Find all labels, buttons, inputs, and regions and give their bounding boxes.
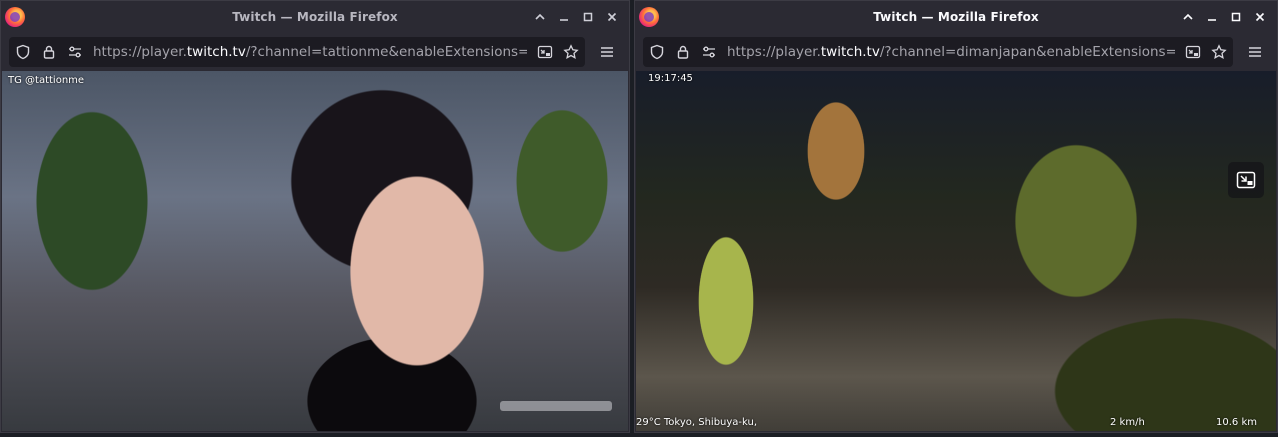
window-controls (531, 8, 621, 26)
shield-icon[interactable] (649, 44, 665, 60)
firefox-window-dimanjapan: Twitch — Mozilla Firefox https://player.… (634, 0, 1278, 433)
minimize-button[interactable] (555, 8, 573, 26)
hamburger-menu-icon (1249, 47, 1261, 57)
app-menu-button[interactable] (593, 38, 621, 66)
close-button[interactable] (1251, 8, 1269, 26)
minimize-button[interactable] (1203, 8, 1221, 26)
navigation-bar: https://player.twitch.tv/?channel=tattio… (1, 33, 629, 71)
chevron-up-icon (535, 13, 545, 20)
permissions-icon[interactable] (701, 44, 717, 60)
close-icon (1255, 12, 1265, 22)
reader-view-icon[interactable] (1185, 44, 1201, 60)
maximize-button[interactable] (579, 8, 597, 26)
minimize-icon (560, 19, 568, 21)
maximize-icon (583, 12, 593, 22)
title-bar[interactable]: Twitch — Mozilla Firefox (635, 1, 1277, 33)
picture-in-picture-button[interactable] (1228, 162, 1264, 198)
firefox-window-tattionme: Twitch — Mozilla Firefox https://player.… (0, 0, 630, 433)
url-bar[interactable]: https://player.twitch.tv/?channel=dimanj… (643, 37, 1233, 67)
streamer-handle-overlay: TG @tattionme (8, 75, 85, 86)
window-controls (1179, 8, 1269, 26)
maximize-icon (1231, 12, 1241, 22)
minimize-icon (1208, 19, 1216, 21)
app-menu-button[interactable] (1241, 38, 1269, 66)
weather-location-overlay: 29°C Tokyo, Shibuya-ku, (636, 417, 758, 428)
bookmark-star-icon[interactable] (1211, 44, 1227, 60)
permissions-icon[interactable] (67, 44, 83, 60)
stream-clock-overlay: 19:17:45 (648, 73, 693, 84)
reader-view-icon[interactable] (537, 44, 553, 60)
firefox-logo-icon (5, 7, 25, 27)
speed-overlay: 2 km/h (1110, 417, 1145, 428)
close-button[interactable] (603, 8, 621, 26)
twitch-video-player[interactable]: 19:17:45 29°C Tokyo, Shibuya-ku, 2 km/h … (636, 71, 1276, 431)
window-shade-button[interactable] (1179, 8, 1197, 26)
hamburger-menu-icon (601, 47, 613, 57)
maximize-button[interactable] (1227, 8, 1245, 26)
window-shade-button[interactable] (531, 8, 549, 26)
desktop: Twitch — Mozilla Firefox https://player.… (0, 0, 1278, 437)
lock-icon[interactable] (675, 44, 691, 60)
url-text[interactable]: https://player.twitch.tv/?channel=tattio… (93, 44, 527, 60)
navigation-bar: https://player.twitch.tv/?channel=dimanj… (635, 33, 1277, 71)
url-bar[interactable]: https://player.twitch.tv/?channel=tattio… (9, 37, 585, 67)
lock-icon[interactable] (41, 44, 57, 60)
close-icon (607, 12, 617, 22)
title-bar[interactable]: Twitch — Mozilla Firefox (1, 1, 629, 33)
chevron-up-icon (1183, 13, 1193, 20)
shield-icon[interactable] (15, 44, 31, 60)
bookmark-star-icon[interactable] (563, 44, 579, 60)
url-text[interactable]: https://player.twitch.tv/?channel=dimanj… (727, 44, 1175, 60)
firefox-logo-icon (639, 7, 659, 27)
stream-watermark (500, 401, 612, 411)
twitch-video-player[interactable]: TG @tattionme (2, 71, 628, 431)
distance-overlay: 10.6 km (1216, 417, 1257, 428)
picture-in-picture-icon (1236, 171, 1256, 189)
